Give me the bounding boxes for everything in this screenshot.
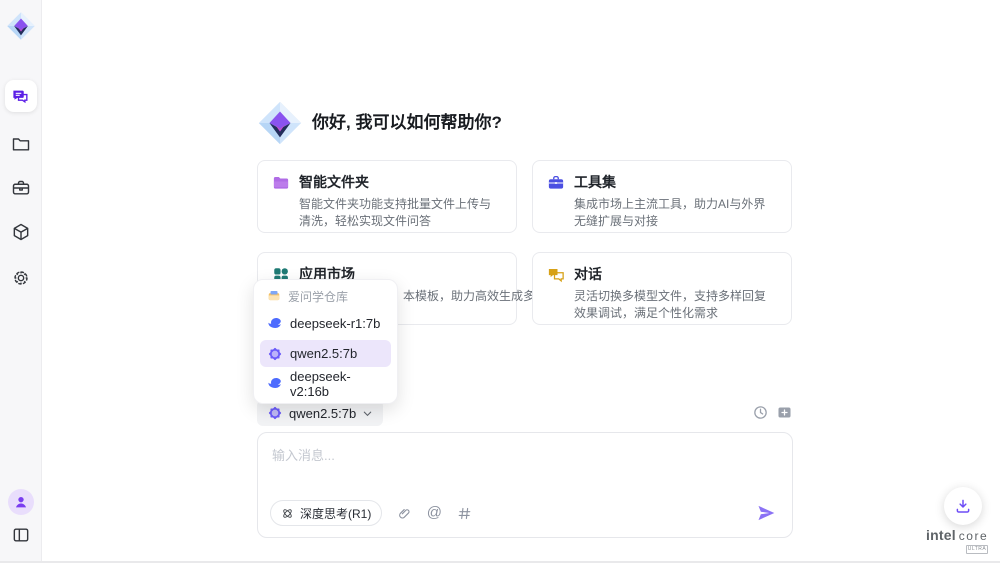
sidebar (0, 0, 42, 561)
send-button[interactable] (756, 503, 776, 523)
card-description: 灵活切换多模型文件，支持多样回复效果调试，满足个性化需求 (574, 288, 777, 322)
greeting-logo-icon (257, 100, 303, 146)
gold-chat-bubbles-icon (547, 266, 565, 284)
cube-icon (11, 222, 31, 242)
deep-think-label: 深度思考(R1) (300, 505, 371, 522)
chevron-down-icon (362, 408, 373, 419)
core-wordmark: core (959, 529, 988, 543)
user-avatar[interactable] (8, 489, 34, 515)
attachment-paperclip-icon[interactable] (396, 505, 412, 521)
model-option-deepseek-v2[interactable]: deepseek-v2:16b (260, 370, 391, 397)
model-option-label: deepseek-r1:7b (290, 316, 380, 331)
card-text: 工具集 集成市场上主流工具，助力AI与外界无缝扩展与对接 (574, 173, 777, 220)
card-smart-folder[interactable]: 智能文件夹 智能文件夹功能支持批量文件上传与清洗，轻松实现文件问答 (257, 160, 517, 233)
composer-toolbar: 深度思考(R1) @ (270, 500, 472, 526)
card-toolset[interactable]: 工具集 集成市场上主流工具，助力AI与外界无缝扩展与对接 (532, 160, 792, 233)
intel-wordmark: intel (926, 527, 956, 543)
app-window: 你好, 我可以如何帮助你? 智能文件夹 智能文件夹功能支持批量文件上传与清洗，轻… (0, 0, 1000, 563)
folder-icon (11, 134, 31, 154)
qwen-logo-icon (267, 346, 283, 362)
model-dropdown-menu: 爱问学仓库 deepseek-r1:7b qwen2.5:7b (253, 279, 398, 404)
model-option-qwen[interactable]: qwen2.5:7b (260, 340, 391, 367)
sidebar-item-models[interactable] (11, 222, 31, 242)
gear-icon (11, 268, 31, 288)
sidebar-item-folders[interactable] (11, 134, 31, 154)
download-button[interactable] (944, 487, 982, 525)
card-title: 工具集 (574, 173, 777, 191)
atom-icon (281, 507, 294, 520)
download-icon (954, 497, 972, 515)
greeting-title: 你好, 我可以如何帮助你? (312, 112, 502, 134)
repository-icon (267, 289, 281, 303)
card-title: 智能文件夹 (299, 173, 502, 191)
card-title: 对话 (574, 265, 777, 283)
model-option-label: deepseek-v2:16b (290, 369, 384, 399)
purple-folder-icon (272, 174, 290, 192)
new-chat-button[interactable] (776, 404, 793, 421)
sidebar-item-chat[interactable] (5, 80, 37, 112)
sidebar-collapse-button[interactable] (11, 525, 31, 545)
card-description: 智能文件夹功能支持批量文件上传与清洗，轻松实现文件问答 (299, 196, 502, 230)
selected-model-label: qwen2.5:7b (289, 406, 356, 421)
qwen-logo-icon (267, 405, 283, 421)
hashtag-icon[interactable] (456, 505, 472, 521)
model-option-label: qwen2.5:7b (290, 346, 357, 361)
mention-at-icon[interactable]: @ (426, 505, 442, 521)
model-menu-group-label: 爱问学仓库 (288, 288, 348, 305)
intel-logo-text: intel core (926, 527, 988, 543)
user-icon (13, 494, 29, 510)
message-composer: 深度思考(R1) @ (257, 432, 793, 538)
deepseek-whale-icon (267, 376, 283, 392)
card-description: 集成市场上主流工具，助力AI与外界无缝扩展与对接 (574, 196, 777, 230)
history-button[interactable] (752, 404, 769, 421)
model-option-deepseek-r1[interactable]: deepseek-r1:7b (260, 310, 391, 337)
card-text: 对话 灵活切换多模型文件，支持多样回复效果调试，满足个性化需求 (574, 265, 777, 312)
card-conversation[interactable]: 对话 灵活切换多模型文件，支持多样回复效果调试，满足个性化需求 (532, 252, 792, 325)
card-text: 智能文件夹 智能文件夹功能支持批量文件上传与清洗，轻松实现文件问答 (299, 173, 502, 220)
deep-think-toggle[interactable]: 深度思考(R1) (270, 500, 382, 526)
layout-panel-icon (11, 525, 31, 545)
deepseek-whale-icon (267, 316, 283, 332)
sidebar-item-toolbox[interactable] (11, 178, 31, 198)
briefcase-icon (11, 178, 31, 198)
sidebar-item-settings[interactable] (11, 268, 31, 288)
indigo-briefcase-icon (547, 174, 565, 192)
ultra-badge: ultra (966, 545, 988, 554)
chat-bubble-icon (11, 87, 30, 106)
message-input[interactable] (272, 445, 772, 485)
intel-core-badge: intel core ultra (926, 527, 988, 554)
app-logo-icon (6, 11, 36, 41)
model-menu-group-header: 爱问学仓库 (254, 285, 397, 307)
